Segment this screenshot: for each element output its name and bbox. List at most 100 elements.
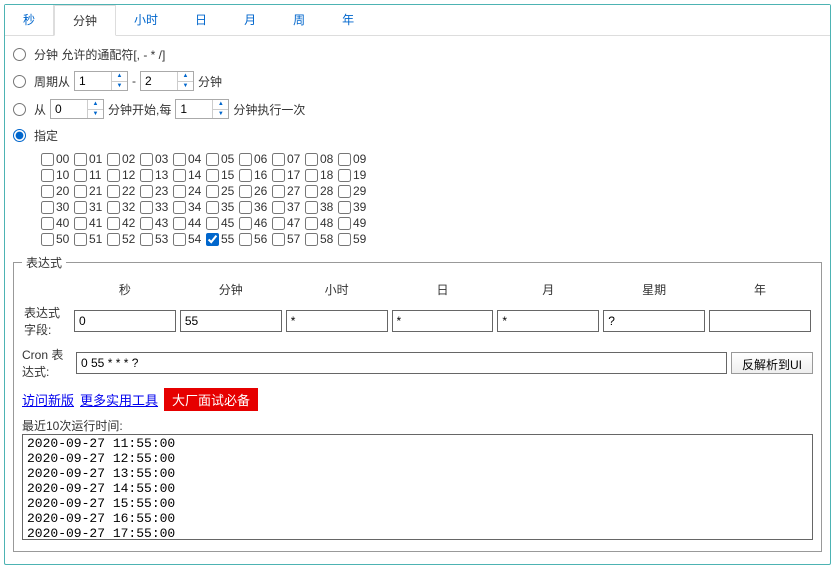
check-minute-43[interactable]: 43	[140, 216, 173, 230]
chevron-up-icon[interactable]: ▲	[178, 72, 193, 82]
checkbox-minute-53[interactable]	[140, 233, 153, 246]
check-minute-8[interactable]: 08	[305, 152, 338, 166]
check-minute-34[interactable]: 34	[173, 200, 206, 214]
check-minute-58[interactable]: 58	[305, 232, 338, 246]
check-minute-47[interactable]: 47	[272, 216, 305, 230]
check-minute-17[interactable]: 17	[272, 168, 305, 182]
checkbox-minute-47[interactable]	[272, 217, 285, 230]
check-minute-10[interactable]: 10	[41, 168, 74, 182]
link-new-version[interactable]: 访问新版	[22, 390, 74, 409]
check-minute-20[interactable]: 20	[41, 184, 74, 198]
tab-2[interactable]: 小时	[116, 5, 177, 35]
check-minute-56[interactable]: 56	[239, 232, 272, 246]
expr-field-5[interactable]	[603, 310, 705, 332]
check-minute-7[interactable]: 07	[272, 152, 305, 166]
checkbox-minute-25[interactable]	[206, 185, 219, 198]
parse-to-ui-button[interactable]: 反解析到UI	[731, 352, 813, 374]
check-minute-52[interactable]: 52	[107, 232, 140, 246]
chevron-down-icon[interactable]: ▼	[178, 82, 193, 91]
checkbox-minute-42[interactable]	[107, 217, 120, 230]
checkbox-minute-39[interactable]	[338, 201, 351, 214]
checkbox-minute-22[interactable]	[107, 185, 120, 198]
check-minute-57[interactable]: 57	[272, 232, 305, 246]
tab-0[interactable]: 秒	[5, 5, 54, 35]
checkbox-minute-46[interactable]	[239, 217, 252, 230]
checkbox-minute-20[interactable]	[41, 185, 54, 198]
checkbox-minute-12[interactable]	[107, 169, 120, 182]
checkbox-minute-35[interactable]	[206, 201, 219, 214]
check-minute-15[interactable]: 15	[206, 168, 239, 182]
check-minute-41[interactable]: 41	[74, 216, 107, 230]
tab-3[interactable]: 日	[177, 5, 226, 35]
expr-field-6[interactable]	[709, 310, 811, 332]
expr-field-3[interactable]	[392, 310, 494, 332]
check-minute-42[interactable]: 42	[107, 216, 140, 230]
checkbox-minute-19[interactable]	[338, 169, 351, 182]
tab-4[interactable]: 月	[226, 5, 275, 35]
checkbox-minute-4[interactable]	[173, 153, 186, 166]
checkbox-minute-55[interactable]	[206, 233, 219, 246]
check-minute-5[interactable]: 05	[206, 152, 239, 166]
check-minute-45[interactable]: 45	[206, 216, 239, 230]
badge-interview[interactable]: 大厂面试必备	[164, 388, 258, 411]
check-minute-54[interactable]: 54	[173, 232, 206, 246]
checkbox-minute-11[interactable]	[74, 169, 87, 182]
checkbox-minute-18[interactable]	[305, 169, 318, 182]
tab-1[interactable]: 分钟	[54, 5, 116, 36]
check-minute-35[interactable]: 35	[206, 200, 239, 214]
check-minute-16[interactable]: 16	[239, 168, 272, 182]
checkbox-minute-54[interactable]	[173, 233, 186, 246]
checkbox-minute-28[interactable]	[305, 185, 318, 198]
checkbox-minute-10[interactable]	[41, 169, 54, 182]
checkbox-minute-40[interactable]	[41, 217, 54, 230]
checkbox-minute-48[interactable]	[305, 217, 318, 230]
expr-field-4[interactable]	[497, 310, 599, 332]
check-minute-31[interactable]: 31	[74, 200, 107, 214]
checkbox-minute-32[interactable]	[107, 201, 120, 214]
checkbox-minute-38[interactable]	[305, 201, 318, 214]
checkbox-minute-8[interactable]	[305, 153, 318, 166]
check-minute-1[interactable]: 01	[74, 152, 107, 166]
checkbox-minute-2[interactable]	[107, 153, 120, 166]
check-minute-22[interactable]: 22	[107, 184, 140, 198]
checkbox-minute-58[interactable]	[305, 233, 318, 246]
check-minute-28[interactable]: 28	[305, 184, 338, 198]
checkbox-minute-3[interactable]	[140, 153, 153, 166]
checkbox-minute-30[interactable]	[41, 201, 54, 214]
check-minute-39[interactable]: 39	[338, 200, 371, 214]
check-minute-11[interactable]: 11	[74, 168, 107, 182]
check-minute-44[interactable]: 44	[173, 216, 206, 230]
tab-6[interactable]: 年	[324, 5, 373, 35]
radio-specify[interactable]	[13, 129, 26, 142]
check-minute-51[interactable]: 51	[74, 232, 107, 246]
checkbox-minute-31[interactable]	[74, 201, 87, 214]
checkbox-minute-17[interactable]	[272, 169, 285, 182]
checkbox-minute-52[interactable]	[107, 233, 120, 246]
checkbox-minute-59[interactable]	[338, 233, 351, 246]
checkbox-minute-44[interactable]	[173, 217, 186, 230]
checkbox-minute-50[interactable]	[41, 233, 54, 246]
check-minute-25[interactable]: 25	[206, 184, 239, 198]
checkbox-minute-1[interactable]	[74, 153, 87, 166]
checkbox-minute-0[interactable]	[41, 153, 54, 166]
check-minute-3[interactable]: 03	[140, 152, 173, 166]
checkbox-minute-57[interactable]	[272, 233, 285, 246]
checkbox-minute-16[interactable]	[239, 169, 252, 182]
check-minute-33[interactable]: 33	[140, 200, 173, 214]
checkbox-minute-21[interactable]	[74, 185, 87, 198]
check-minute-0[interactable]: 00	[41, 152, 74, 166]
check-minute-30[interactable]: 30	[41, 200, 74, 214]
check-minute-6[interactable]: 06	[239, 152, 272, 166]
tab-5[interactable]: 周	[275, 5, 324, 35]
check-minute-23[interactable]: 23	[140, 184, 173, 198]
check-minute-9[interactable]: 09	[338, 152, 371, 166]
check-minute-26[interactable]: 26	[239, 184, 272, 198]
checkbox-minute-37[interactable]	[272, 201, 285, 214]
check-minute-50[interactable]: 50	[41, 232, 74, 246]
input-cycle-to[interactable]	[141, 72, 177, 90]
checkbox-minute-43[interactable]	[140, 217, 153, 230]
check-minute-46[interactable]: 46	[239, 216, 272, 230]
check-minute-37[interactable]: 37	[272, 200, 305, 214]
check-minute-59[interactable]: 59	[338, 232, 371, 246]
check-minute-36[interactable]: 36	[239, 200, 272, 214]
